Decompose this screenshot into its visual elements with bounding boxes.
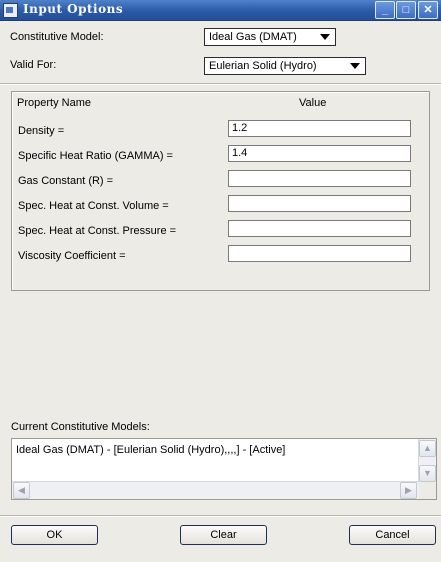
ok-button[interactable]: OK — [11, 525, 98, 545]
valid-for-select[interactable]: Eulerian Solid (Hydro) — [204, 57, 366, 75]
cp-input[interactable] — [228, 220, 411, 237]
current-models-list[interactable]: Ideal Gas (DMAT) - [Eulerian Solid (Hydr… — [11, 438, 437, 500]
cv-input[interactable] — [228, 195, 411, 212]
divider — [0, 515, 441, 517]
chevron-up-icon: ▲ — [423, 443, 432, 453]
close-button[interactable]: ✕ — [418, 1, 438, 19]
constitutive-model-label: Constitutive Model: — [10, 31, 104, 43]
cancel-button[interactable]: Cancel — [349, 525, 436, 545]
scroll-down-button[interactable]: ▼ — [419, 465, 436, 482]
chevron-down-icon — [320, 34, 330, 40]
column-header-value: Value — [299, 97, 327, 109]
chevron-left-icon: ◀ — [18, 485, 25, 495]
horizontal-scrollbar[interactable]: ◀ ▶ — [12, 481, 419, 499]
valid-for-value: Eulerian Solid (Hydro) — [209, 60, 317, 72]
maximize-icon: □ — [402, 4, 410, 16]
property-label-gas-constant: Gas Constant (R) = — [18, 175, 114, 187]
maximize-button[interactable]: □ — [396, 1, 416, 19]
chevron-down-icon — [350, 63, 360, 69]
scrollbar-corner — [419, 482, 436, 499]
clear-button[interactable]: Clear — [180, 525, 267, 545]
minimize-button[interactable]: _ — [375, 1, 395, 19]
app-icon — [3, 3, 18, 18]
divider — [0, 83, 441, 85]
chevron-right-icon: ▶ — [405, 485, 412, 495]
scroll-up-button[interactable]: ▲ — [419, 440, 436, 457]
property-label-cp: Spec. Heat at Const. Pressure = — [18, 225, 177, 237]
density-input[interactable]: 1.2 — [228, 120, 411, 137]
title-bar[interactable]: Input Options _ □ ✕ — [0, 0, 441, 21]
valid-for-label: Valid For: — [10, 59, 57, 71]
vertical-scrollbar[interactable]: ▲ ▼ — [418, 439, 436, 483]
constitutive-model-select[interactable]: Ideal Gas (DMAT) — [204, 28, 336, 46]
gamma-input[interactable]: 1.4 — [228, 145, 411, 162]
scroll-left-button[interactable]: ◀ — [13, 482, 30, 499]
current-models-label: Current Constitutive Models: — [11, 421, 150, 433]
viscosity-input[interactable] — [228, 245, 411, 262]
constitutive-model-value: Ideal Gas (DMAT) — [209, 31, 297, 43]
gas-constant-input[interactable] — [228, 170, 411, 187]
window-title: Input Options — [23, 2, 124, 16]
close-icon: ✕ — [423, 4, 433, 16]
list-item[interactable]: Ideal Gas (DMAT) - [Eulerian Solid (Hydr… — [16, 444, 285, 456]
minimize-icon: _ — [381, 4, 389, 16]
column-header-property-name: Property Name — [17, 97, 91, 109]
scroll-right-button[interactable]: ▶ — [400, 482, 417, 499]
property-label-viscosity: Viscosity Coefficient = — [18, 250, 126, 262]
property-label-cv: Spec. Heat at Const. Volume = — [18, 200, 169, 212]
property-label-gamma: Specific Heat Ratio (GAMMA) = — [18, 150, 173, 162]
chevron-down-icon: ▼ — [423, 468, 432, 478]
property-label-density: Density = — [18, 125, 65, 137]
